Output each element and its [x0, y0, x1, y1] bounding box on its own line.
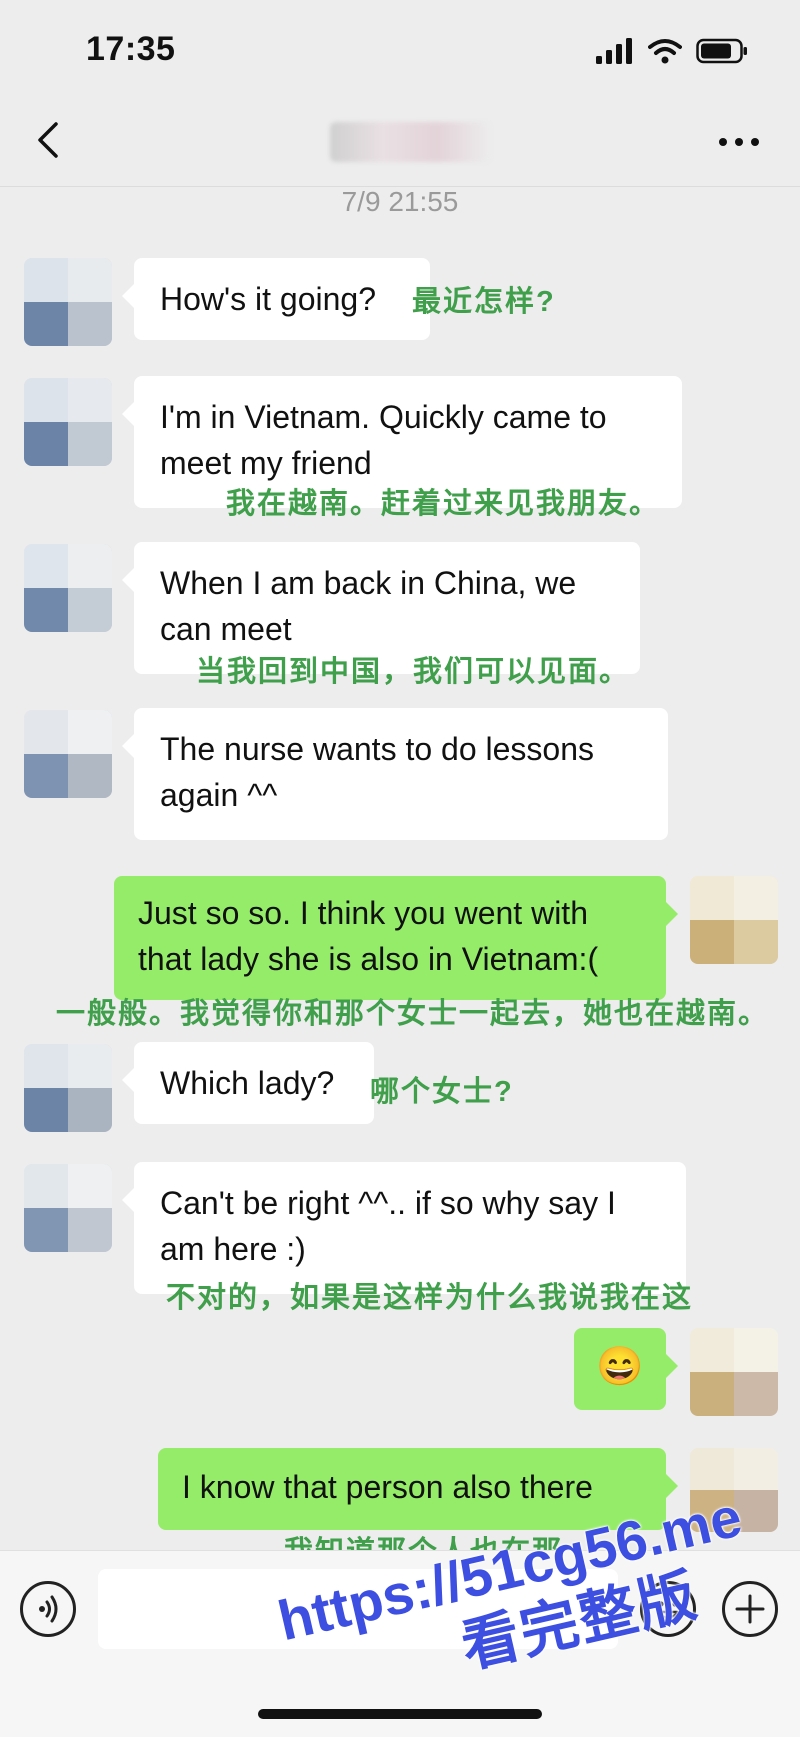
signal-icon [596, 38, 632, 64]
contact-avatar[interactable] [24, 544, 112, 632]
message-text: Just so so. I think you went with that l… [138, 895, 599, 977]
my-avatar[interactable] [690, 1328, 778, 1416]
plus-icon [735, 1594, 765, 1624]
message-text: I know that person also there [182, 1469, 593, 1505]
message-text: When I am back in China, we can meet [160, 565, 577, 647]
message-text: I'm in Vietnam. Quickly came to meet my … [160, 399, 607, 481]
message-bubble[interactable]: The nurse wants to do lessons again ^^ [122, 708, 668, 840]
chat-header [0, 100, 800, 187]
message-text: How's it going? [160, 281, 376, 317]
contact-avatar[interactable] [24, 710, 112, 798]
more-icon[interactable] [714, 122, 764, 162]
message-bubble[interactable]: How's it going? [122, 258, 430, 340]
status-icons [596, 38, 748, 64]
translation-label: 一般般。我觉得你和那个女士一起去，她也在越南。 [56, 998, 770, 1030]
my-avatar[interactable] [690, 876, 778, 964]
contact-avatar[interactable] [24, 1164, 112, 1252]
status-time: 17:35 [86, 30, 176, 68]
voice-button[interactable] [20, 1581, 76, 1637]
message-text: The nurse wants to do lessons again ^^ [160, 731, 595, 813]
status-bar: 17:35 [0, 0, 800, 100]
wifi-icon [648, 39, 682, 64]
home-indicator [258, 1709, 542, 1719]
translation-label: 当我回到中国，我们可以见面。 [196, 656, 631, 688]
message-bubble-outgoing[interactable]: Just so so. I think you went with that l… [114, 876, 678, 1000]
back-icon[interactable] [28, 118, 72, 162]
message-text: Can't be right ^^.. if so why say I am h… [160, 1185, 616, 1267]
message-text: Which lady? [160, 1065, 335, 1101]
contact-avatar[interactable] [24, 258, 112, 346]
contact-name-blurred [330, 122, 490, 162]
message-bubble[interactable]: Which lady? [122, 1042, 374, 1124]
translation-label: 不对的，如果是这样为什么我说我在这 [166, 1282, 694, 1314]
contact-avatar[interactable] [24, 378, 112, 466]
message-bubble-outgoing[interactable]: 😄 [574, 1328, 678, 1410]
translation-label: 最近怎样? [412, 286, 556, 318]
emoji-message: 😄 [596, 1346, 644, 1388]
translation-label: 我在越南。赶着过来见我朋友。 [226, 488, 661, 520]
contact-avatar[interactable] [24, 1044, 112, 1132]
plus-button[interactable] [722, 1581, 778, 1637]
voice-icon [39, 1595, 58, 1623]
translation-label: 哪个女士? [370, 1076, 514, 1108]
date-separator: 7/9 21:55 [341, 186, 459, 217]
battery-icon [696, 38, 747, 64]
